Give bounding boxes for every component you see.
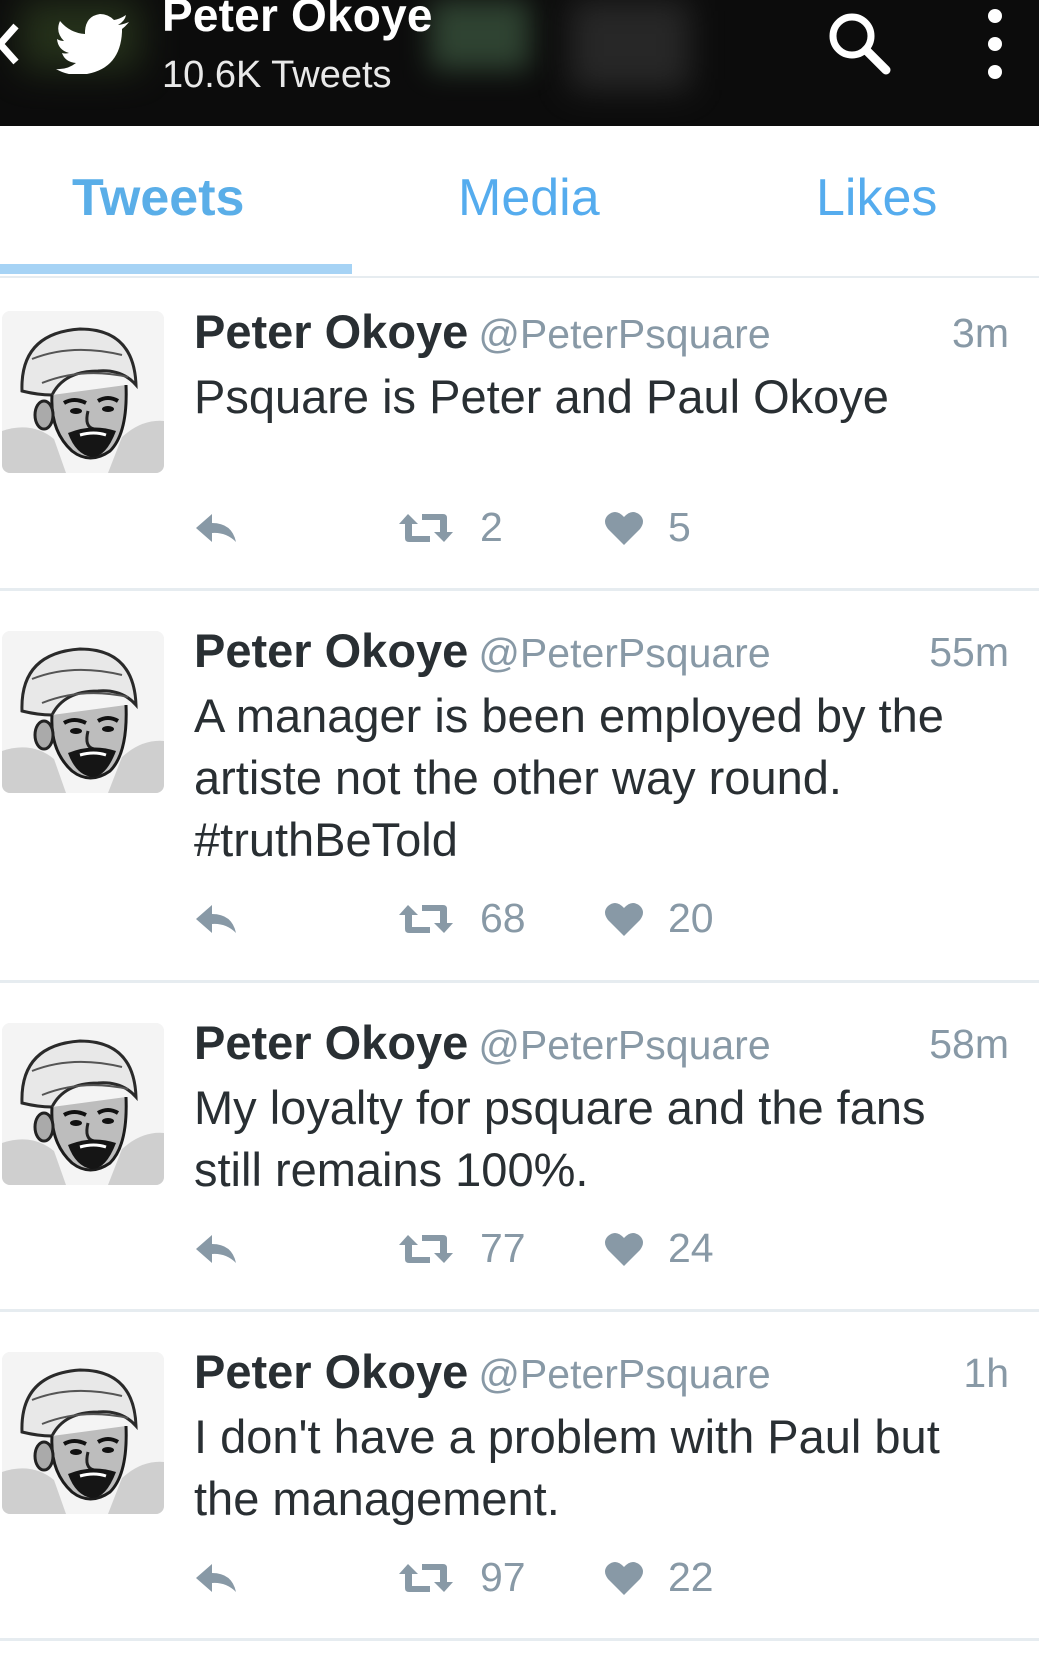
profile-header: Peter Okoye 10.6K Tweets	[0, 0, 1039, 126]
tweet-timestamp: 1h	[963, 1350, 1009, 1396]
avatar[interactable]	[2, 631, 164, 793]
tweet-header: Peter Okoye @PeterPsquare	[194, 1015, 771, 1070]
tweet-author-name[interactable]: Peter Okoye	[194, 624, 468, 677]
reply-icon[interactable]	[194, 903, 238, 935]
tweet-author-name[interactable]: Peter Okoye	[194, 1345, 468, 1398]
tweet-text-line: the management.	[194, 1472, 560, 1525]
tweet-text: Psquare is Peter and Paul Okoye	[194, 366, 994, 428]
active-tab-indicator	[0, 264, 352, 274]
tweet-header: Peter Okoye @PeterPsquare	[194, 1344, 771, 1399]
reply-icon[interactable]	[194, 1562, 238, 1594]
tweet-text-line: I don't have a problem with Paul but	[194, 1410, 940, 1463]
tweet-text-line: Psquare is Peter and Paul Okoye	[194, 370, 889, 423]
tweet-author-name[interactable]: Peter Okoye	[194, 1016, 468, 1069]
reply-icon[interactable]	[194, 1233, 238, 1265]
like-icon[interactable]	[604, 1560, 644, 1596]
retweet-icon[interactable]	[398, 1562, 454, 1594]
retweet-count: 97	[480, 1554, 526, 1600]
like-count: 22	[668, 1554, 714, 1600]
retweet-icon[interactable]	[398, 1233, 454, 1265]
like-count: 20	[668, 895, 714, 941]
more-vertical-icon[interactable]	[975, 6, 1015, 84]
like-icon[interactable]	[604, 510, 644, 546]
twitter-bird-icon	[56, 14, 129, 74]
tweet-text-line: still remains 100%.	[194, 1143, 589, 1196]
tweet-text-line: A manager is been employed by the	[194, 689, 944, 742]
tweet-header: Peter Okoye @PeterPsquare	[194, 623, 771, 678]
reply-icon[interactable]	[194, 512, 238, 544]
tab-media[interactable]: Media	[458, 168, 600, 228]
tweet-count: 10.6K Tweets	[162, 54, 392, 96]
like-icon[interactable]	[604, 901, 644, 937]
tweet-item[interactable]: Peter Okoye @PeterPsquare 55m A manager i…	[0, 591, 1039, 983]
retweet-icon[interactable]	[398, 903, 454, 935]
header-banner-blur	[430, 0, 530, 70]
back-icon[interactable]	[0, 22, 20, 66]
tweet-author-handle[interactable]: @PeterPsquare	[478, 1022, 770, 1068]
retweet-count: 68	[480, 895, 526, 941]
tweet-item[interactable]: Peter Okoye @PeterPsquare 3m Psquare is P…	[0, 276, 1039, 591]
retweet-icon[interactable]	[398, 512, 454, 544]
like-count: 5	[668, 504, 691, 550]
tweet-text: My loyalty for psquare and the fans stil…	[194, 1077, 994, 1201]
tweet-timestamp: 3m	[952, 310, 1009, 356]
tweet-item[interactable]: Peter Okoye @PeterPsquare 1h I don't have…	[0, 1312, 1039, 1641]
tweet-author-handle[interactable]: @PeterPsquare	[478, 311, 770, 357]
avatar[interactable]	[2, 311, 164, 473]
tweet-author-handle[interactable]: @PeterPsquare	[478, 1351, 770, 1397]
tweet-text: A manager is been employed by the artist…	[194, 685, 994, 871]
search-icon[interactable]	[826, 10, 892, 76]
tweet-timestamp: 58m	[929, 1021, 1009, 1067]
tweet-item[interactable]: Peter Okoye @PeterPsquare 58m My loyalty …	[0, 983, 1039, 1312]
tweet-author-handle[interactable]: @PeterPsquare	[478, 630, 770, 676]
tweet-text: I don't have a problem with Paul but the…	[194, 1406, 994, 1530]
retweet-count: 2	[480, 504, 503, 550]
profile-name: Peter Okoye	[162, 0, 433, 41]
avatar[interactable]	[2, 1352, 164, 1514]
retweet-count: 77	[480, 1225, 526, 1271]
tweet-hashtag[interactable]: #truthBeTold	[194, 809, 994, 871]
tweet-author-name[interactable]: Peter Okoye	[194, 305, 468, 358]
tweet-header: Peter Okoye @PeterPsquare	[194, 304, 771, 359]
tab-likes[interactable]: Likes	[816, 168, 937, 228]
header-banner-blur	[570, 0, 690, 90]
tweet-text-line: artiste not the other way round.	[194, 751, 842, 804]
tweet-text-line: My loyalty for psquare and the fans	[194, 1081, 926, 1134]
profile-tabs: Tweets Media Likes	[0, 130, 1039, 278]
avatar[interactable]	[2, 1023, 164, 1185]
tweet-timestamp: 55m	[929, 629, 1009, 675]
tab-tweets[interactable]: Tweets	[72, 168, 244, 228]
like-count: 24	[668, 1225, 714, 1271]
like-icon[interactable]	[604, 1231, 644, 1267]
